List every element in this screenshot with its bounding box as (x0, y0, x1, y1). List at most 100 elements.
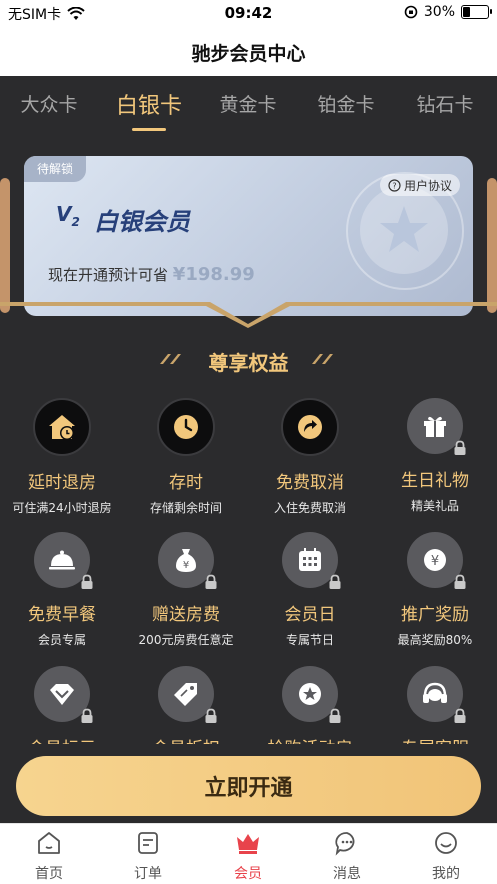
tabbar-profile[interactable]: 我的 (406, 830, 486, 883)
tabbar-member[interactable]: 会员 (208, 830, 288, 883)
savings-line: 现在开通预计可省 ¥198.99 (48, 264, 255, 285)
tabbar-profile-label: 我的 (432, 866, 460, 882)
benefit-description: 专属节日 (285, 633, 334, 647)
lock-icon (205, 708, 217, 723)
lock-icon (81, 574, 93, 589)
tab-platinum-card[interactable]: 铂金卡 (301, 90, 391, 117)
order-icon (138, 832, 158, 854)
v2-logo: V2 (56, 202, 80, 229)
benefit-description: 入住免费取消 (273, 501, 346, 515)
benefit-icon-circle (34, 532, 93, 589)
gift-icon (420, 411, 450, 441)
benefit-description: 200元房费任意定 (138, 633, 234, 647)
savings-amount: 198.99 (185, 264, 255, 285)
benefit-icon-circle (281, 398, 339, 456)
cloche-icon (47, 545, 77, 575)
home-icon (38, 832, 60, 854)
benefit-label: 免费取消 (276, 473, 344, 493)
logo-sub: 2 (71, 215, 80, 229)
benefit-item[interactable]: 延时退房 可住满24小时退房 (0, 398, 124, 516)
tier-tabs: 大众卡 白银卡 黄金卡 铂金卡 钻石卡 (0, 76, 497, 138)
benefit-item[interactable]: 免费取消入住免费取消 (248, 398, 372, 516)
benefit-icon-circle (158, 666, 217, 723)
money-bag-icon: ¥ (171, 545, 201, 575)
message-icon (335, 832, 355, 856)
lock-icon (205, 574, 217, 589)
card-name: 白银会员 (94, 208, 190, 236)
benefit-icon-circle: ¥ (407, 532, 466, 589)
open-membership-button[interactable]: 立即开通 (16, 756, 481, 816)
benefit-icon-circle (157, 398, 215, 456)
savings-currency: ¥ (172, 264, 186, 285)
benefit-icon-circle (407, 398, 466, 455)
orientation-lock-icon (404, 5, 418, 19)
benefit-icon-circle (282, 532, 341, 589)
tabbar-orders[interactable]: 订单 (108, 830, 188, 883)
gold-band-decoration (0, 302, 497, 328)
tab-silver-card[interactable]: 白银卡 (104, 88, 194, 120)
headset-icon (420, 679, 450, 709)
benefit-label: 免费早餐 (28, 605, 96, 625)
benefits-title: 尊享权益 (208, 351, 289, 375)
benefit-label: 延时退房 (28, 473, 96, 493)
user-agreement-button[interactable]: ? 用户协议 (380, 174, 461, 196)
tab-basic-card[interactable]: 大众卡 (4, 90, 94, 117)
prev-card-peek[interactable] (0, 178, 10, 313)
benefit-item[interactable]: 生日礼物 精美礼品 (373, 398, 497, 514)
benefit-icon-circle (282, 666, 341, 723)
crown-icon (237, 834, 259, 854)
tabbar-messages-label: 消息 (333, 866, 361, 882)
lock-icon (454, 708, 466, 723)
refresh-arrow-icon (293, 410, 327, 444)
benefit-icon-circle (33, 398, 91, 456)
lock-icon (454, 574, 466, 589)
benefit-label: 赠送房费 (152, 605, 220, 625)
benefit-description: 最高奖励80% (397, 633, 473, 647)
calendar-icon (295, 545, 325, 575)
tabbar-home[interactable]: 首页 (9, 830, 89, 883)
benefit-item[interactable]: 存时 存储剩余时间 (124, 398, 248, 516)
benefit-label: 生日礼物 (401, 471, 469, 491)
tag-icon (171, 679, 201, 709)
tab-diamond-card[interactable]: 钻石卡 (400, 90, 490, 117)
benefit-item[interactable]: 免费早餐 会员专属 (0, 532, 124, 648)
tabbar-orders-label: 订单 (134, 866, 162, 882)
scroll-fade (0, 744, 497, 756)
card-carousel[interactable]: 待解锁 ? 用户协议 V2 白银会员 现在开通预计可省 ¥198.99 (0, 150, 497, 330)
tabbar-messages[interactable]: 消息 (307, 830, 387, 883)
benefit-item[interactable]: ¥ 推广奖励最高奖励80% (373, 532, 497, 648)
star-medal-icon (380, 206, 428, 252)
badge-icon (47, 679, 77, 709)
svg-text:¥: ¥ (431, 554, 439, 569)
battery-icon (461, 5, 492, 19)
navigation-bar: 驰步会员中心 (0, 26, 497, 76)
tab-gold-card[interactable]: 黄金卡 (203, 90, 293, 117)
benefit-icon-circle (407, 666, 466, 723)
status-bar: 无SIM卡 09:42 30% (0, 0, 497, 26)
benefit-description: 精美礼品 (410, 499, 459, 513)
question-icon: ? (388, 178, 401, 192)
savings-text: 现在开通预计可省 (48, 266, 169, 284)
title-deco-right (312, 354, 333, 364)
logo-letter: V (56, 202, 72, 226)
card-status-tag: 待解锁 (24, 156, 86, 182)
benefit-item[interactable]: ¥ 赠送房费 200元房费任意定 (124, 532, 248, 648)
house-clock-icon (45, 410, 79, 444)
star-badge-icon (295, 679, 325, 709)
page-title: 驰步会员中心 (191, 43, 306, 65)
benefit-label: 推广奖励 (401, 605, 469, 625)
membership-card: 待解锁 ? 用户协议 V2 白银会员 现在开通预计可省 ¥198.99 (24, 156, 473, 316)
active-tab-indicator (132, 128, 166, 131)
benefit-item[interactable]: 会员日 专属节日 (248, 532, 372, 648)
benefit-description: 会员专属 (37, 633, 86, 647)
lock-icon (81, 708, 93, 723)
benefit-icon-circle: ¥ (158, 532, 217, 589)
next-card-peek[interactable] (487, 178, 497, 313)
benefit-description: 存储剩余时间 (149, 501, 222, 515)
bottom-tab-bar: 首页 订单 会员 消息 我的 (0, 823, 497, 884)
profile-icon (435, 832, 457, 854)
user-agreement-label: 用户协议 (404, 178, 453, 193)
benefit-label: 存时 (169, 473, 203, 493)
tabbar-member-label: 会员 (234, 866, 262, 882)
tabbar-home-label: 首页 (35, 866, 63, 882)
